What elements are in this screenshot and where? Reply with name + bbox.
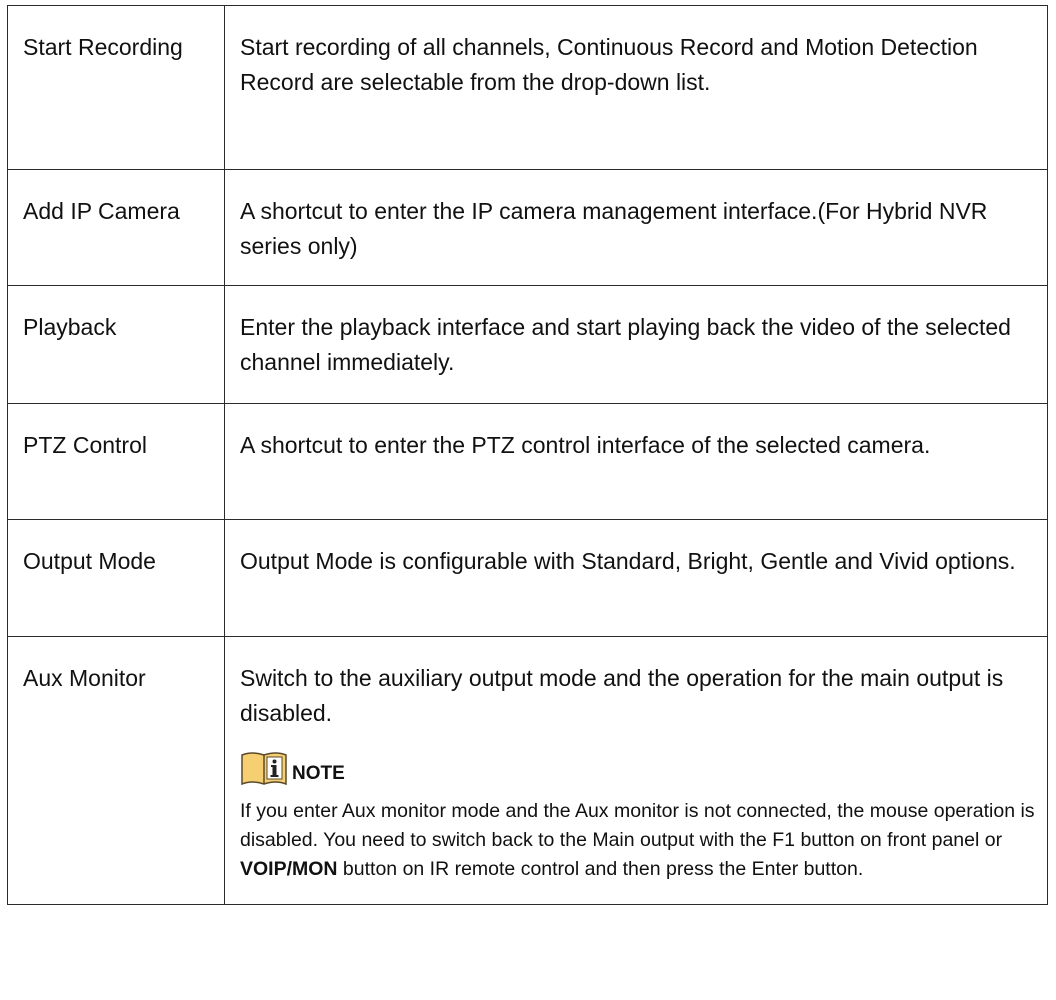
function-name: Start Recording — [7, 5, 225, 170]
function-description-with-note: Switch to the auxiliary output mode and … — [224, 636, 1048, 905]
note-header: NOTE — [240, 749, 1037, 787]
function-description: A shortcut to enter the IP camera manage… — [224, 169, 1048, 286]
note-text-part: If you enter Aux monitor mode and the Au… — [240, 800, 1035, 851]
function-name: Output Mode — [7, 519, 225, 637]
table-row: Aux Monitor Switch to the auxiliary outp… — [7, 636, 1048, 905]
note-text: If you enter Aux monitor mode and the Au… — [240, 797, 1037, 884]
note-label: NOTE — [292, 763, 345, 784]
function-description: Output Mode is configurable with Standar… — [224, 519, 1048, 637]
table-row: PTZ Control A shortcut to enter the PTZ … — [7, 403, 1048, 520]
function-name: Aux Monitor — [7, 636, 225, 905]
function-description: Enter the playback interface and start p… — [224, 285, 1048, 404]
function-name: PTZ Control — [7, 403, 225, 520]
note-info-icon — [240, 751, 288, 787]
function-description: Switch to the auxiliary output mode and … — [240, 665, 1004, 726]
note-text-bold: VOIP/MON — [240, 858, 338, 880]
function-table: Start Recording Start recording of all c… — [7, 5, 1048, 905]
function-name: Add IP Camera — [7, 169, 225, 286]
note-block: NOTE If you enter Aux monitor mode and t… — [240, 749, 1037, 884]
table-row: Playback Enter the playback interface an… — [7, 285, 1048, 404]
table-row: Start Recording Start recording of all c… — [7, 5, 1048, 170]
function-description: A shortcut to enter the PTZ control inte… — [224, 403, 1048, 520]
function-name: Playback — [7, 285, 225, 404]
note-text-part: button on IR remote control and then pre… — [337, 858, 864, 880]
table-row: Add IP Camera A shortcut to enter the IP… — [7, 169, 1048, 286]
table-row: Output Mode Output Mode is configurable … — [7, 519, 1048, 637]
function-description: Start recording of all channels, Continu… — [224, 5, 1048, 170]
